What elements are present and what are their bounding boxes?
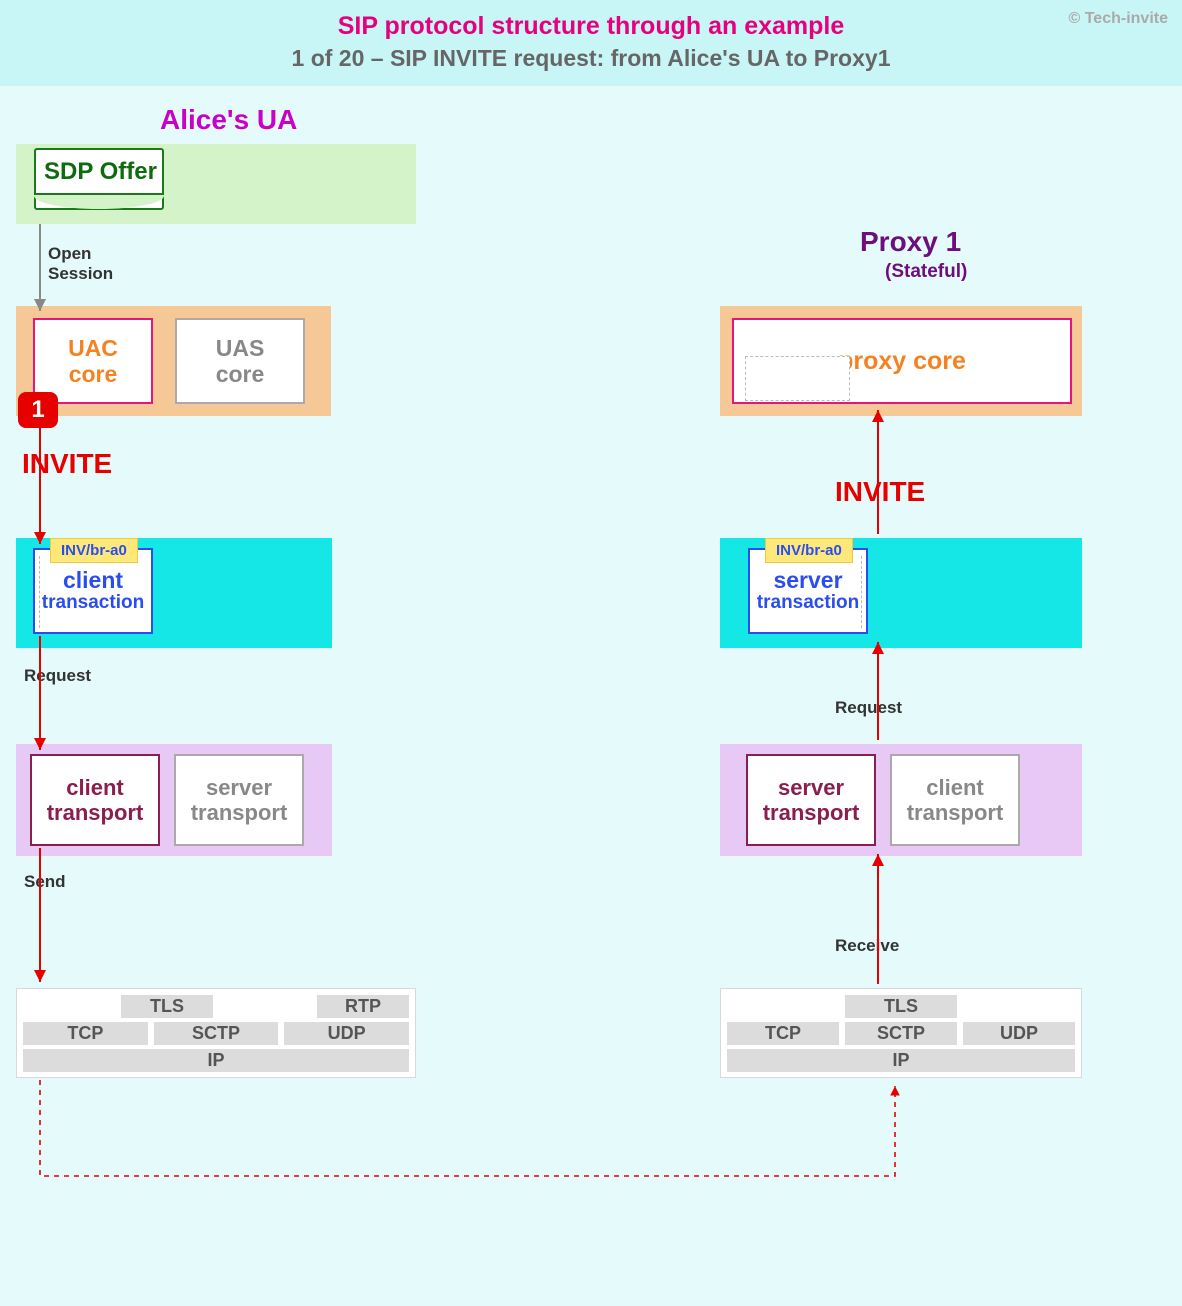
client-transaction-l1: client: [35, 568, 151, 593]
client-transaction-tag: INV/br-a0: [50, 538, 138, 563]
alice-server-transport-box: server transport: [174, 754, 304, 846]
proxy-client-transport-l1: client: [892, 775, 1018, 800]
stack-ip-proxy: IP: [727, 1049, 1075, 1072]
stack-sctp: SCTP: [154, 1022, 279, 1045]
request-label-alice: Request: [24, 666, 91, 686]
uac-core-line2: core: [35, 361, 151, 387]
sdp-offer-label: SDP Offer: [44, 158, 157, 186]
stack-tls: TLS: [121, 995, 213, 1018]
uac-core-line1: UAC: [35, 335, 151, 361]
proxy-client-transport-l2: transport: [892, 800, 1018, 825]
uas-core-line2: core: [177, 361, 303, 387]
receive-label: Receive: [835, 936, 899, 956]
stack-tcp-proxy: TCP: [727, 1022, 839, 1045]
proxy-server-transport-l1: server: [748, 775, 874, 800]
server-transaction-l1: server: [750, 568, 866, 593]
alice-server-transport-l2: transport: [176, 800, 302, 825]
alice-client-transport-box: client transport: [30, 754, 160, 846]
client-transaction-l2: transaction: [35, 593, 151, 614]
stack-udp: UDP: [284, 1022, 409, 1045]
server-txn-dashed-edge: [858, 556, 862, 628]
stack-rtp: RTP: [317, 995, 409, 1018]
server-transaction-l2: transaction: [750, 593, 866, 614]
proxy-core-placeholder: [745, 356, 850, 401]
proxy-server-transport-box: server transport: [746, 754, 876, 846]
step-badge: 1: [18, 392, 58, 428]
stack-tls-proxy: TLS: [845, 995, 957, 1018]
uas-core-line1: UAS: [177, 335, 303, 361]
client-txn-dashed-edge: [39, 556, 43, 628]
proxy-client-transport-box: client transport: [890, 754, 1020, 846]
page-subtitle: 1 of 20 – SIP INVITE request: from Alice…: [20, 45, 1162, 72]
page-title: SIP protocol structure through an exampl…: [20, 12, 1162, 41]
open-session-label: Open Session: [48, 244, 113, 283]
alice-network-stack: TLS RTP TCP SCTP UDP IP: [16, 988, 416, 1078]
diagram-canvas: Alice's UA Proxy 1 (Stateful) SDP Offer …: [0, 86, 1182, 1306]
stack-tcp: TCP: [23, 1022, 148, 1045]
uas-core-box: UAS core: [175, 318, 305, 404]
arrows-overlay: [0, 86, 1182, 1306]
request-label-proxy: Request: [835, 698, 902, 718]
invite-label-alice: INVITE: [22, 448, 112, 480]
stack-udp-proxy: UDP: [963, 1022, 1075, 1045]
stack-ip: IP: [23, 1049, 409, 1072]
proxy-network-stack: TLS TCP SCTP UDP IP: [720, 988, 1082, 1078]
server-transaction-tag: INV/br-a0: [765, 538, 853, 563]
alice-client-transport-l1: client: [32, 775, 158, 800]
stack-sctp-proxy: SCTP: [845, 1022, 957, 1045]
header: SIP protocol structure through an exampl…: [0, 0, 1182, 86]
proxy-title: Proxy 1: [860, 226, 961, 258]
invite-label-proxy: INVITE: [835, 476, 925, 508]
alice-ua-title: Alice's UA: [160, 104, 297, 136]
proxy-subtitle: (Stateful): [885, 261, 967, 283]
copyright-label: © Tech-invite: [1068, 10, 1168, 28]
alice-client-transport-l2: transport: [32, 800, 158, 825]
alice-server-transport-l1: server: [176, 775, 302, 800]
send-label: Send: [24, 872, 66, 892]
proxy-server-transport-l2: transport: [748, 800, 874, 825]
